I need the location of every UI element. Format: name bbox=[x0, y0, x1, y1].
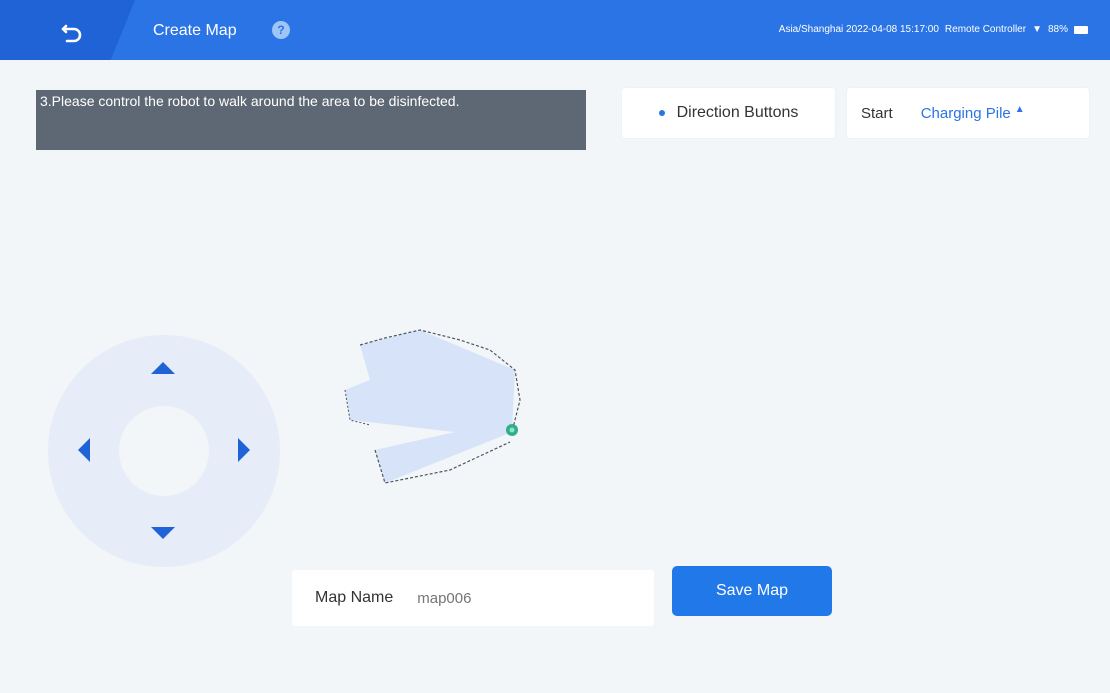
status-bar: Asia/Shanghai 2022-04-08 15:17:00 Remote… bbox=[779, 24, 1088, 35]
control-mode: Remote Controller bbox=[944, 24, 1027, 35]
scanned-area bbox=[345, 330, 515, 483]
robot-center bbox=[509, 427, 515, 433]
arrow-up-icon[interactable] bbox=[151, 362, 175, 374]
datetime: Asia/Shanghai 2022-04-08 15:17:00 bbox=[778, 24, 939, 35]
direction-buttons-label: Direction Buttons bbox=[676, 104, 799, 121]
map-name-card: Map Name bbox=[292, 570, 654, 626]
radio-dot-icon bbox=[658, 110, 665, 116]
battery-icon bbox=[1074, 25, 1088, 34]
scan-map bbox=[344, 329, 521, 484]
caret-icon: ▲ bbox=[1014, 103, 1025, 115]
save-map-button[interactable]: Save Map bbox=[672, 566, 832, 616]
arrow-down-icon[interactable] bbox=[151, 527, 175, 539]
direction-joystick bbox=[48, 335, 280, 567]
start-label: Start bbox=[861, 104, 893, 122]
help-icon[interactable]: ? bbox=[272, 21, 290, 39]
arrow-right-icon[interactable] bbox=[238, 438, 250, 462]
arrow-left-icon[interactable] bbox=[78, 438, 90, 462]
instruction-banner: 3.Please control the robot to walk aroun… bbox=[36, 90, 586, 150]
back-icon[interactable] bbox=[58, 18, 86, 46]
start-selector[interactable]: Start Charging Pile ▲ bbox=[847, 88, 1089, 138]
start-value[interactable]: Charging Pile bbox=[921, 105, 1011, 122]
page-title: Create Map bbox=[153, 22, 237, 39]
top-bar: Create Map ? Asia/Shanghai 2022-04-08 15… bbox=[0, 0, 1110, 60]
map-name-label: Map Name bbox=[315, 589, 394, 606]
joystick-center bbox=[119, 406, 209, 496]
wifi-icon: ▼ bbox=[1032, 24, 1042, 35]
battery-percent: 88% bbox=[1047, 24, 1068, 35]
direction-buttons-option[interactable]: Direction Buttons bbox=[622, 88, 835, 138]
map-name-input[interactable] bbox=[415, 588, 620, 608]
